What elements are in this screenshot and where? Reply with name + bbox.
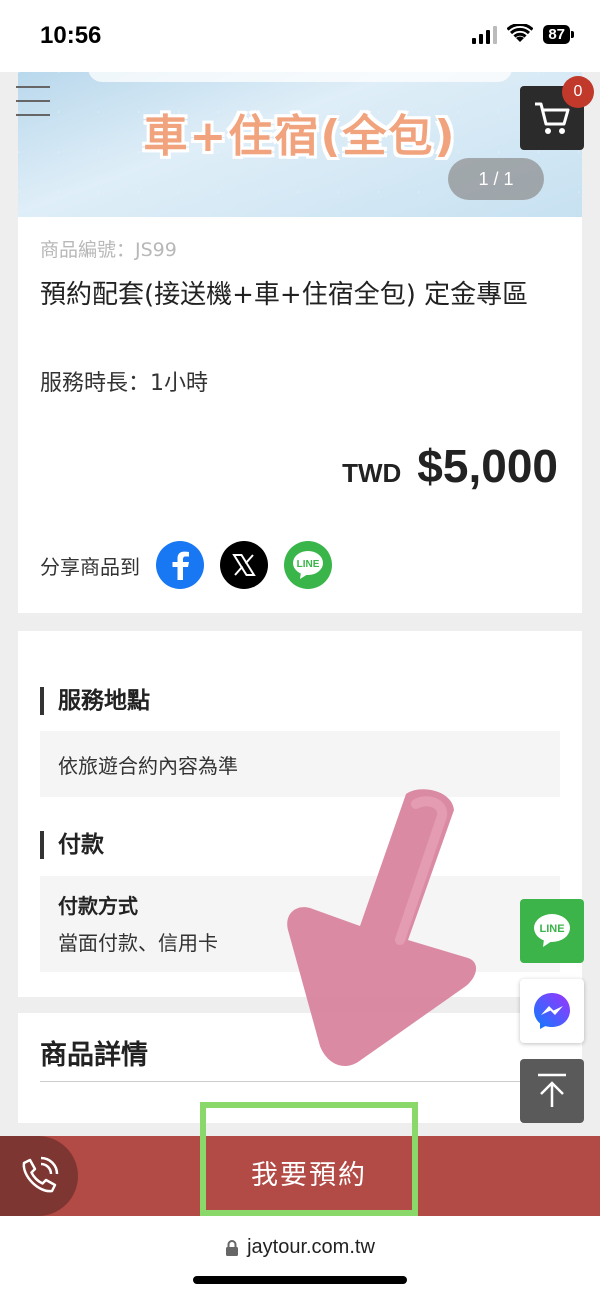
svg-text:LINE: LINE [539,923,564,935]
x-icon [232,554,256,576]
home-indicator[interactable] [193,1276,407,1284]
cart-icon [535,102,570,134]
annotation-arrow-icon [287,789,477,1067]
product-sku: 商品編號：JS99 [40,239,177,261]
banner-text: 車+住宿(全包) [143,111,457,162]
messenger-icon [534,993,570,1029]
call-button[interactable] [0,1136,78,1216]
details-title: 商品詳情 [40,1040,148,1071]
cellular-signal-icon [472,24,498,44]
facebook-icon [172,551,189,580]
battery-indicator: 87 [543,24,574,44]
messenger-contact-button[interactable] [520,979,584,1043]
carousel-pager: 1 / 1 [448,158,544,200]
service-duration: 服務時長：1小時 [40,371,208,396]
cart-count-badge: 0 [562,76,594,108]
price-value: $5,000 [417,440,558,492]
status-time: 10:56 [40,22,102,49]
url-display[interactable]: jaytour.com.tw [0,1236,600,1259]
wifi-icon [507,24,534,42]
line-contact-button[interactable]: LINE [520,899,584,963]
hamburger-menu-icon[interactable] [16,86,50,116]
svg-text:LINE: LINE [297,559,320,570]
share-line-button[interactable]: LINE [284,541,332,589]
line-icon: LINE [293,551,323,579]
price-currency: TWD [342,458,402,488]
product-info-card: 商品編號：JS99 預約配套(接送機+車+住宿全包) 定金專區 服務時長：1小時… [18,217,582,613]
back-to-top-button[interactable] [520,1059,584,1123]
product-title: 預約配套(接送機+車+住宿全包) 定金專區 [40,280,529,310]
price-row: TWD $5,000 [342,439,558,493]
share-x-button[interactable] [220,541,268,589]
details-divider [40,1081,560,1082]
payment-heading: 付款 [40,831,104,859]
url-text: jaytour.com.tw [247,1236,375,1258]
share-row: 分享商品到 LINE [40,541,348,589]
share-facebook-button[interactable] [156,541,204,589]
location-value: 依旅遊合約內容為準 [58,753,238,778]
location-heading: 服務地點 [40,687,150,715]
banner-top-strip [88,72,512,82]
line-icon: LINE [534,914,570,947]
share-label: 分享商品到 [40,554,140,579]
status-icons: 87 [472,24,574,44]
back-to-top-icon [538,1073,566,1107]
status-bar: 10:56 87 [0,0,600,72]
phone-icon [22,1156,59,1193]
book-now-button[interactable]: 我要預約 [200,1102,418,1216]
browser-url-bar[interactable]: jaytour.com.tw [0,1216,600,1299]
booking-bar: 我要預約 [0,1136,600,1216]
lock-icon [226,1239,239,1256]
